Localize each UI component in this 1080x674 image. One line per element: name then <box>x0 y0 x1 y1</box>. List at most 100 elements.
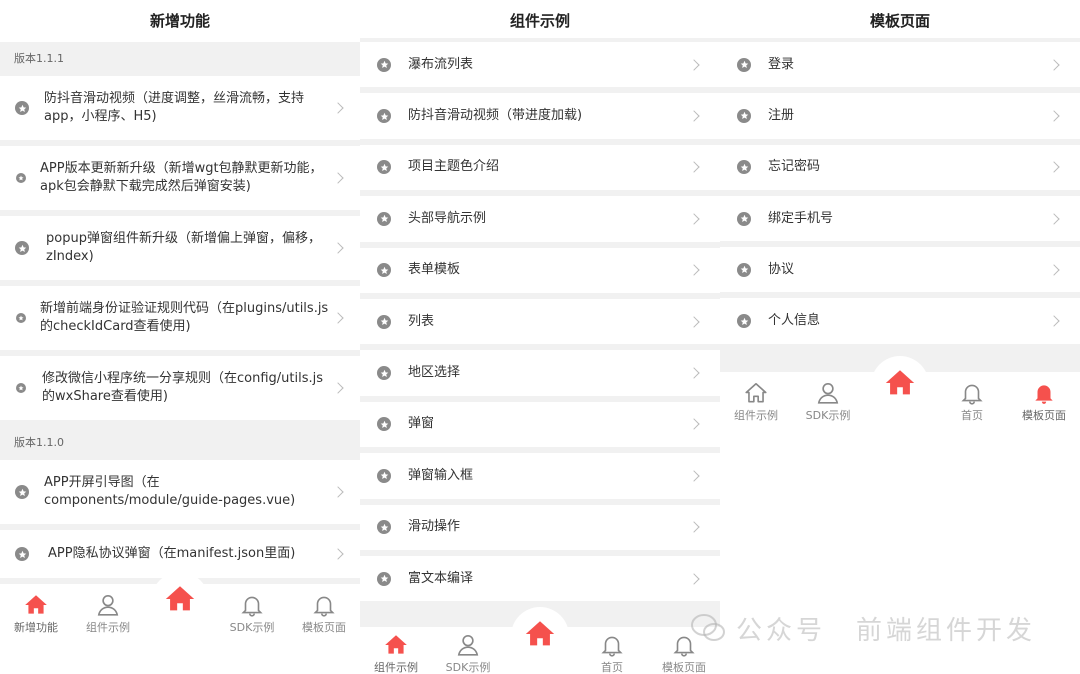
list-item-label: 登录 <box>768 56 795 72</box>
home-icon <box>165 586 195 611</box>
tab-components[interactable]: 组件示例 <box>72 584 144 644</box>
star-icon <box>377 109 391 124</box>
list-item[interactable]: 地区选择 <box>360 350 720 402</box>
list-item-label: popup弹窗组件新升级（新增偏上弹窗，偏移，zIndex) <box>46 231 321 264</box>
tab-sdk[interactable]: SDK示例 <box>432 624 504 674</box>
list-item-label: 防抖音滑动视频（带进度加载) <box>408 108 583 124</box>
chevron-right-icon <box>332 242 344 254</box>
list-item-label: 地区选择 <box>408 365 461 381</box>
star-icon <box>377 57 391 72</box>
tab-templates[interactable]: 模板页面 <box>288 584 360 644</box>
section-header: 版本1.1.1 <box>0 42 360 76</box>
tab-new-features[interactable]: 新增功能 <box>0 584 72 644</box>
user-icon <box>457 634 479 656</box>
tab-components[interactable]: 组件示例 <box>360 624 432 674</box>
chevron-right-icon <box>1048 315 1060 327</box>
tab-label: 模板页面 <box>302 621 346 634</box>
list-item[interactable]: 弹窗 <box>360 401 720 454</box>
star-icon <box>737 211 751 226</box>
star-icon <box>737 160 751 175</box>
page-title: 组件示例 <box>360 0 720 42</box>
star-icon <box>737 108 751 123</box>
star-icon <box>15 241 29 255</box>
list-item-label: 修改微信小程序统一分享规则（在config/utils.js的wxShare查看… <box>42 371 324 404</box>
star-icon <box>377 520 391 535</box>
tab-center[interactable] <box>151 572 209 630</box>
chevron-right-icon <box>688 161 700 174</box>
list-item[interactable]: 修改微信小程序统一分享规则（在config/utils.js的wxShare查看… <box>0 356 360 426</box>
star-icon <box>15 101 29 115</box>
chevron-right-icon <box>688 521 700 533</box>
chevron-right-icon <box>688 59 700 71</box>
list-item[interactable]: 列表 <box>360 299 720 351</box>
tab-label: 首页 <box>601 661 623 674</box>
tab-label: 新增功能 <box>14 621 58 634</box>
list-item[interactable]: 个人信息 <box>720 298 1080 350</box>
home-icon <box>25 595 47 614</box>
bell-icon <box>601 636 623 657</box>
list-item[interactable]: 登录 <box>720 42 1080 94</box>
list-item-label: 个人信息 <box>768 313 821 329</box>
tab-components[interactable]: 组件示例 <box>720 372 792 432</box>
page-title: 新增功能 <box>0 0 360 42</box>
list-item[interactable]: 项目主题色介绍 <box>360 144 720 197</box>
star-icon <box>377 314 391 329</box>
list-item[interactable]: 瀑布流列表 <box>360 42 720 94</box>
list-item-label: APP版本更新新升级（新增wgt包静默更新功能，apk包会静默下载完成然后弹窗安… <box>40 161 323 194</box>
list-item[interactable]: APP开屏引导图（在components/module/guide-pages.… <box>0 460 360 530</box>
chevron-right-icon <box>688 573 700 585</box>
chevron-right-icon <box>332 486 344 498</box>
star-icon <box>737 314 751 329</box>
list-item-label: 弹窗输入框 <box>408 467 474 483</box>
list-item[interactable]: 滑动操作 <box>360 504 720 556</box>
list-item[interactable]: 头部导航示例 <box>360 196 720 248</box>
star-icon <box>377 211 391 226</box>
list-item-label: 瀑布流列表 <box>408 56 474 72</box>
list-item[interactable]: APP版本更新新升级（新增wgt包静默更新功能，apk包会静默下载完成然后弹窗安… <box>0 146 360 216</box>
tab-home[interactable]: 首页 <box>576 624 648 674</box>
star-icon <box>377 160 391 175</box>
chevron-right-icon <box>1048 161 1060 173</box>
tab-center[interactable] <box>511 607 569 665</box>
chevron-right-icon <box>688 213 700 225</box>
new-features-screen: 新增功能 版本1.1.1 防抖音滑动视频（进度调整，丝滑流畅，支持app，小程序… <box>0 0 360 674</box>
chevron-right-icon <box>688 110 700 122</box>
star-icon <box>377 468 391 483</box>
list-item[interactable]: 协议 <box>720 247 1080 299</box>
list-item[interactable]: 新增前端身份证验证规则代码（在plugins/utils.js的checkIdC… <box>0 286 360 356</box>
list-item[interactable]: 防抖音滑动视频（进度调整，丝滑流畅，支持app，小程序、H5) <box>0 76 360 146</box>
list-item[interactable]: 弹窗输入框 <box>360 453 720 505</box>
home-icon <box>745 382 767 403</box>
chevron-right-icon <box>688 470 700 482</box>
user-icon <box>817 382 839 404</box>
tab-home[interactable]: 首页 <box>936 372 1008 432</box>
star-icon <box>737 262 751 277</box>
wechat-icon <box>691 614 725 641</box>
list-item[interactable]: 注册 <box>720 93 1080 145</box>
list-item-label: 新增前端身份证验证规则代码（在plugins/utils.js的checkIdC… <box>40 301 329 334</box>
tab-templates[interactable]: 模板页面 <box>1008 372 1080 432</box>
tab-bar: 组件示例 SDK示例 首页 模板页面 <box>720 356 1080 432</box>
chevron-right-icon <box>1048 110 1060 122</box>
tab-sdk[interactable]: SDK示例 <box>792 372 864 432</box>
bell-icon <box>1035 385 1053 404</box>
list-item[interactable]: 绑定手机号 <box>720 195 1080 248</box>
list-item-label: 弹窗 <box>408 416 435 432</box>
list-item[interactable]: popup弹窗组件新升级（新增偏上弹窗，偏移，zIndex) <box>0 216 360 286</box>
tab-bar: 新增功能 组件示例 SDK示例 模板页面 <box>0 572 360 674</box>
watermark-author: 前端组件开发 <box>856 615 1037 646</box>
list-item[interactable]: 忘记密码 <box>720 144 1080 196</box>
page-title: 模板页面 <box>720 0 1080 42</box>
tab-label: SDK示例 <box>445 661 491 674</box>
list-item[interactable]: 表单模板 <box>360 247 720 299</box>
tab-label: 组件示例 <box>734 409 778 422</box>
list-item-label: 注册 <box>768 107 795 123</box>
tab-sdk[interactable]: SDK示例 <box>216 584 288 644</box>
list-item[interactable]: 防抖音滑动视频（带进度加载) <box>360 93 720 145</box>
list-item[interactable]: 富文本编译 <box>360 556 720 608</box>
tab-label: SDK示例 <box>805 409 851 422</box>
chevron-right-icon <box>688 316 700 328</box>
tab-center[interactable] <box>871 356 929 414</box>
star-icon <box>16 313 26 323</box>
tab-label: SDK示例 <box>229 621 275 634</box>
